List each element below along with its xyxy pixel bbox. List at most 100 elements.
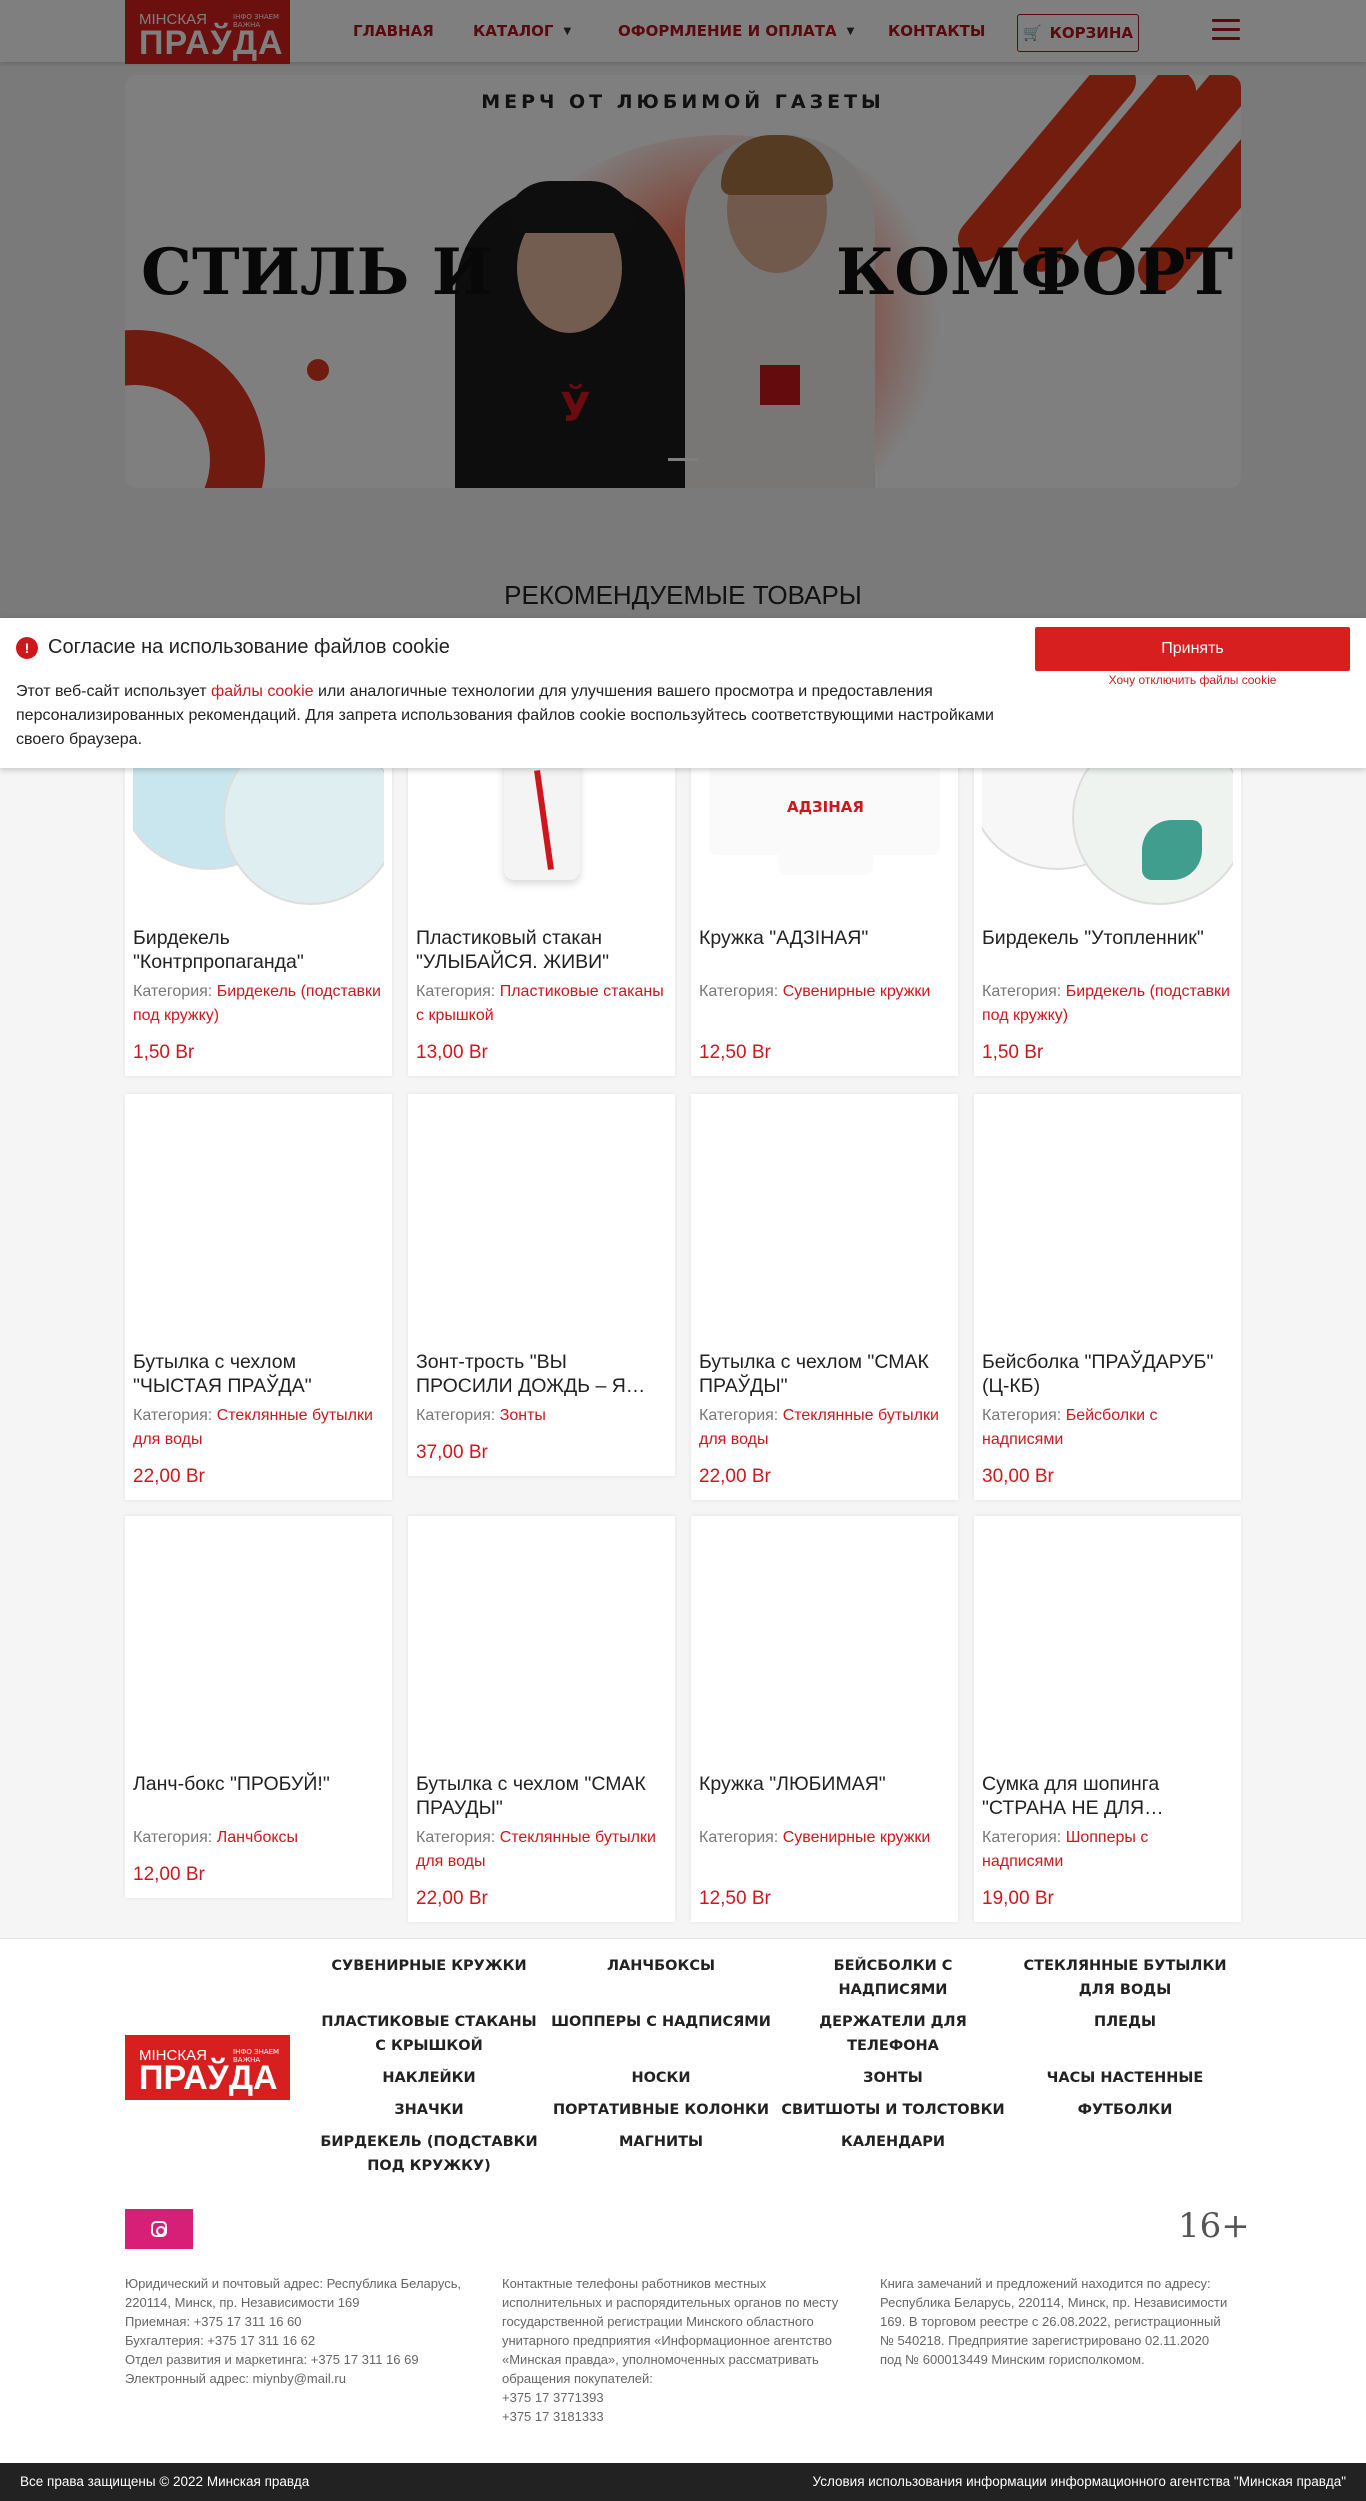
- email-address: Электронный адрес: miynby@mail.ru: [125, 2371, 346, 2386]
- product-name[interactable]: Ланч-бокс "ПРОБУЙ!": [133, 1772, 384, 1796]
- footer-category-link[interactable]: ЗНАЧКИ: [314, 2098, 544, 2122]
- product-image[interactable]: [133, 1516, 384, 1766]
- product-card[interactable]: Сумка для шопинга "СТРАНА НЕ ДЛЯ… Катего…: [974, 1516, 1241, 1922]
- product-name[interactable]: Бутылка с чехлом "СМАК ПРАЎДЫ": [699, 1350, 950, 1398]
- product-card[interactable]: Пластиковый стакан "УЛЫБАЙСЯ. ЖИВИ" Кате…: [408, 760, 675, 1076]
- product-name[interactable]: Бирдекель "Утопленник": [982, 926, 1233, 950]
- product-image[interactable]: [133, 760, 384, 918]
- footer-category-link[interactable]: БЕЙСБОЛКИ С НАДПИСЯМИ: [778, 1954, 1008, 2002]
- product-price: 37,00 Br: [416, 1442, 488, 1463]
- address-line: Юридический и почтовый адрес: Республика…: [125, 2276, 462, 2310]
- product-category: Категория: Стеклянные бутылки для воды: [133, 1407, 373, 1448]
- product-price: 22,00 Br: [699, 1466, 771, 1487]
- product-price: 13,00 Br: [416, 1042, 488, 1063]
- cookie-title-text: Согласие на использование файлов cookie: [48, 636, 450, 658]
- footer-bottom-bar: Все права защищены © 2022 Минская правда…: [0, 2463, 1366, 2501]
- product-image[interactable]: [416, 1516, 667, 1766]
- footer-category-link[interactable]: СТЕКЛЯННЫЕ БУТЫЛКИ ДЛЯ ВОДЫ: [1010, 1954, 1240, 2002]
- accept-cookies-button[interactable]: Принять: [1035, 627, 1350, 671]
- product-name[interactable]: Зонт-трость "ВЫ ПРОСИЛИ ДОЖДЬ – Я…: [416, 1350, 667, 1398]
- product-category: Категория: Пластиковые стаканы с крышкой: [416, 983, 664, 1024]
- product-price: 22,00 Br: [133, 1466, 205, 1487]
- product-image[interactable]: [982, 760, 1233, 918]
- category-link[interactable]: Ланчбоксы: [217, 1829, 298, 1846]
- decline-cookies-link[interactable]: Хочу отключить файлы cookie: [1035, 673, 1350, 687]
- footer-contacts: Контактные телефоны работников местных и…: [502, 2274, 847, 2426]
- footer-category-link[interactable]: СУВЕНИРНЫЕ КРУЖКИ: [314, 1954, 544, 1978]
- product-name[interactable]: Кружка "АДЗІНАЯ": [699, 926, 950, 950]
- product-image[interactable]: [416, 760, 667, 918]
- product-card[interactable]: Бутылка с чехлом "СМАК ПРАУДЫ" Категория…: [408, 1516, 675, 1922]
- product-price: 12,50 Br: [699, 1888, 771, 1909]
- product-name[interactable]: Кружка "ЛЮБИМАЯ": [699, 1772, 950, 1796]
- footer-category-link[interactable]: НАКЛЕЙКИ: [314, 2066, 544, 2090]
- product-card[interactable]: Бейсболка "ПРАЎДАРУБ" (Ц-КБ) Категория: …: [974, 1094, 1241, 1500]
- footer-category-link[interactable]: ЧАСЫ НАСТЕННЫЕ: [1010, 2066, 1240, 2090]
- product-category: Категория: Бирдекель (подставки под круж…: [982, 983, 1230, 1024]
- product-name[interactable]: Сумка для шопинга "СТРАНА НЕ ДЛЯ…: [982, 1772, 1233, 1820]
- product-name[interactable]: Бейсболка "ПРАЎДАРУБ" (Ц-КБ): [982, 1350, 1233, 1398]
- product-name[interactable]: Бутылка с чехлом "ЧЫСТАЯ ПРАЎДА": [133, 1350, 384, 1398]
- footer-logo-big-text: ПРАЎДА: [139, 2059, 278, 2097]
- footer-category-link[interactable]: ПОРТАТИВНЫЕ КОЛОНКИ: [546, 2098, 776, 2122]
- product-image[interactable]: [699, 1094, 950, 1344]
- footer-category-link[interactable]: МАГНИТЫ: [546, 2130, 776, 2154]
- product-category: Категория: Зонты: [416, 1407, 546, 1424]
- product-price: 1,50 Br: [133, 1042, 195, 1063]
- product-card[interactable]: Бутылка с чехлом "СМАК ПРАЎДЫ" Категория…: [691, 1094, 958, 1500]
- phone-accounting: Бухгалтерия: +375 17 311 16 62: [125, 2333, 316, 2348]
- product-image[interactable]: [416, 1094, 667, 1344]
- category-link[interactable]: Зонты: [500, 1407, 546, 1424]
- footer-category-link[interactable]: КАЛЕНДАРИ: [778, 2130, 1008, 2154]
- product-card[interactable]: Бирдекель "Утопленник" Категория: Бирдек…: [974, 760, 1241, 1076]
- product-image[interactable]: [982, 1094, 1233, 1344]
- product-price: 30,00 Br: [982, 1466, 1054, 1487]
- product-category: Категория: Сувенирные кружки: [699, 983, 931, 1000]
- footer-category-link[interactable]: СВИТШОТЫ И ТОЛСТОВКИ: [778, 2098, 1008, 2122]
- category-link[interactable]: Сувенирные кружки: [783, 983, 931, 1000]
- warning-icon: !: [16, 636, 38, 659]
- terms-link[interactable]: Условия использования информации информа…: [813, 2474, 1346, 2489]
- product-image[interactable]: [133, 1094, 384, 1344]
- product-name[interactable]: Пластиковый стакан "УЛЫБАЙСЯ. ЖИВИ": [416, 926, 667, 974]
- product-price: 12,00 Br: [133, 1864, 205, 1885]
- category-link[interactable]: Сувенирные кружки: [783, 1829, 931, 1846]
- product-image[interactable]: [982, 1516, 1233, 1766]
- footer-category-link[interactable]: ПЛЕДЫ: [1010, 2010, 1240, 2034]
- footer-registry: Книга замечаний и предложений находится …: [880, 2276, 1228, 2367]
- instagram-icon: [151, 2221, 167, 2237]
- product-card[interactable]: АДЗІНАЯ Кружка "АДЗІНАЯ" Категория: Суве…: [691, 760, 958, 1076]
- product-category: Категория: Бирдекель (подставки под круж…: [133, 983, 381, 1024]
- product-image[interactable]: АДЗІНАЯ: [699, 760, 950, 918]
- footer-category-link[interactable]: БИРДЕКЕЛЬ (ПОДСТАВКИ ПОД КРУЖКУ): [314, 2130, 544, 2178]
- footer-address: Юридический и почтовый адрес: Республика…: [125, 2274, 485, 2388]
- footer-logo[interactable]: МІНСКАЯ ІНФО ЗНАЕМ ВАЖНА ПРАЎДА: [125, 2035, 290, 2100]
- product-card[interactable]: Бирдекель "Контрпропаганда" Категория: Б…: [125, 760, 392, 1076]
- product-name[interactable]: Бирдекель "Контрпропаганда": [133, 926, 384, 974]
- product-category: Категория: Стеклянные бутылки для воды: [416, 1829, 656, 1870]
- contacts-phone: +375 17 3771393: [502, 2390, 604, 2405]
- cookie-policy-link[interactable]: файлы cookie: [211, 683, 314, 700]
- product-card[interactable]: Зонт-трость "ВЫ ПРОСИЛИ ДОЖДЬ – Я… Катег…: [408, 1094, 675, 1476]
- product-category: Категория: Сувенирные кружки: [699, 1829, 931, 1846]
- product-card[interactable]: Ланч-бокс "ПРОБУЙ!" Категория: Ланчбоксы…: [125, 1516, 392, 1898]
- product-card[interactable]: Бутылка с чехлом "ЧЫСТАЯ ПРАЎДА" Категор…: [125, 1094, 392, 1500]
- footer-category-link[interactable]: ПЛАСТИКОВЫЕ СТАКАНЫ С КРЫШКОЙ: [314, 2010, 544, 2058]
- footer-category-link[interactable]: ЗОНТЫ: [778, 2066, 1008, 2090]
- product-category: Категория: Стеклянные бутылки для воды: [699, 1407, 939, 1448]
- product-card[interactable]: Кружка "ЛЮБИМАЯ" Категория: Сувенирные к…: [691, 1516, 958, 1922]
- footer-category-link[interactable]: НОСКИ: [546, 2066, 776, 2090]
- product-category: Категория: Ланчбоксы: [133, 1829, 299, 1846]
- footer-category-link[interactable]: ФУТБОЛКИ: [1010, 2098, 1240, 2122]
- copyright: Все права защищены © 2022 Минская правда: [20, 2474, 310, 2489]
- product-price: 19,00 Br: [982, 1888, 1054, 1909]
- footer-category-link[interactable]: ШОППЕРЫ С НАДПИСЯМИ: [546, 2010, 776, 2034]
- phone-reception: Приемная: +375 17 311 16 60: [125, 2314, 302, 2329]
- contacts-phone: +375 17 3181333: [502, 2409, 604, 2424]
- product-name[interactable]: Бутылка с чехлом "СМАК ПРАУДЫ": [416, 1772, 667, 1820]
- footer-category-link[interactable]: ЛАНЧБОКСЫ: [546, 1954, 776, 1978]
- product-image[interactable]: [699, 1516, 950, 1766]
- instagram-button[interactable]: [125, 2209, 193, 2249]
- footer-category-link[interactable]: ДЕРЖАТЕЛИ ДЛЯ ТЕЛЕФОНА: [778, 2010, 1008, 2058]
- product-category: Категория: Бейсболки с надписями: [982, 1407, 1158, 1448]
